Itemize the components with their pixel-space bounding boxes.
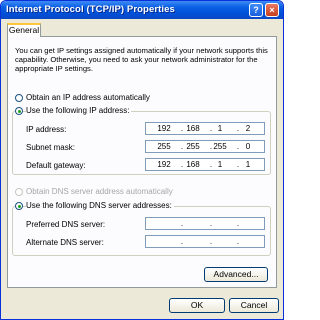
cancel-button[interactable]: Cancel [229, 298, 279, 313]
default-gateway-field[interactable]: 192 . 168 . 1 . 1 [145, 158, 265, 171]
gateway-octet-3: 1 [217, 160, 223, 169]
default-gateway-label: Default gateway: [26, 161, 86, 170]
gateway-octet-4: 1 [245, 160, 251, 169]
window-title: Internet Protocol (TCP/IP) Properties [6, 4, 175, 15]
title-bar[interactable]: Internet Protocol (TCP/IP) Properties ? … [1, 1, 283, 19]
preferred-dns-label: Preferred DNS server: [26, 220, 106, 229]
subnet-mask-field[interactable]: 255 . 255 . 255 . 0 [145, 140, 265, 153]
obtain-ip-auto-radio[interactable] [15, 94, 23, 102]
close-button[interactable]: × [265, 3, 279, 17]
subnet-octet-2: 255 [186, 142, 200, 151]
advanced-button[interactable]: Advanced... [204, 267, 268, 282]
help-button[interactable]: ? [249, 3, 263, 17]
dialog-window: Internet Protocol (TCP/IP) Properties ? … [0, 0, 284, 320]
subnet-octet-1: 255 [157, 142, 171, 151]
use-following-dns-label[interactable]: Use the following DNS server addresses: [26, 201, 174, 210]
ip-address-field[interactable]: 192 . 168 . 1 . 2 [145, 122, 265, 135]
alternate-dns-label: Alternate DNS server: [26, 238, 104, 247]
description-text: You can get IP settings assigned automat… [15, 46, 268, 73]
use-following-dns-radio[interactable] [15, 202, 23, 210]
subnet-octet-4: 0 [245, 142, 251, 151]
ip-octet-3: 1 [217, 124, 223, 133]
obtain-dns-auto-radio[interactable] [15, 188, 23, 196]
subnet-mask-label: Subnet mask: [26, 143, 75, 152]
obtain-ip-auto-label[interactable]: Obtain an IP address automatically [26, 93, 150, 102]
use-following-ip-label[interactable]: Use the following IP address: [26, 106, 132, 115]
obtain-dns-auto-label[interactable]: Obtain DNS server address automatically [26, 187, 173, 196]
subnet-octet-3: 255 [213, 142, 227, 151]
ip-octet-4: 2 [245, 124, 251, 133]
ip-octet-2: 168 [186, 124, 200, 133]
use-following-ip-radio[interactable] [15, 107, 23, 115]
dns-server-group [12, 206, 271, 256]
ip-octet-1: 192 [157, 124, 171, 133]
gateway-octet-1: 192 [157, 160, 171, 169]
preferred-dns-field[interactable]: . . . [145, 217, 265, 230]
ok-button[interactable]: OK [169, 298, 225, 313]
alternate-dns-field[interactable]: . . . [145, 235, 265, 248]
tab-general[interactable]: General [7, 23, 41, 37]
gateway-octet-2: 168 [186, 160, 200, 169]
ip-address-label: IP address: [26, 125, 67, 134]
